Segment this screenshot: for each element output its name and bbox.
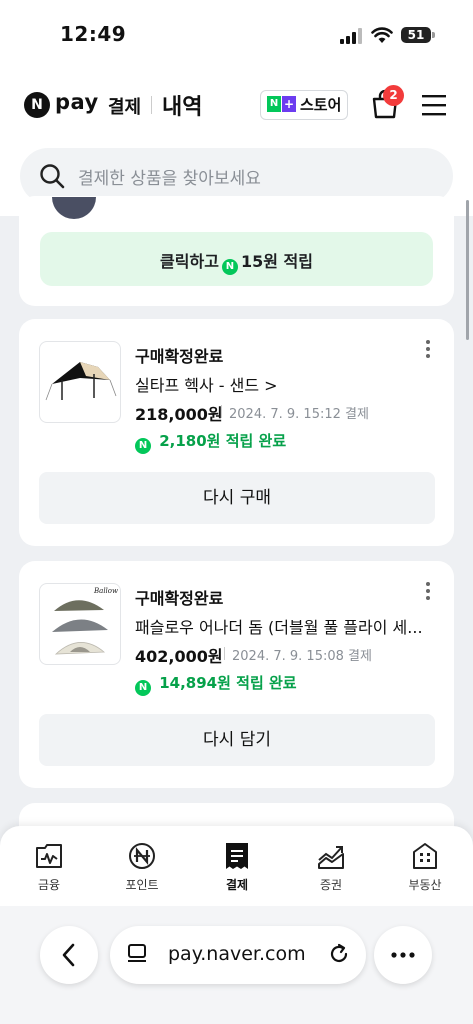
logo-pay-text[interactable]: pay [55,90,99,114]
naver-point-coin-icon: N [135,680,151,696]
promo-text-before: 클릭하고 [160,252,219,271]
buy-again-button[interactable]: 다시 구매 [39,472,435,524]
nav-item-real-estate[interactable]: 부동산 [378,842,472,893]
naver-point-coin-icon: N [221,259,238,275]
cellular-signal-icon [340,28,362,44]
payment-date: 2024. 7. 9. 15:08 결제 [232,649,372,664]
store-label: 스토어 [300,96,342,114]
point-icon [129,843,155,869]
order-status: 구매확정완료 [135,347,224,366]
product-price: 402,000원 [135,647,223,666]
points-earned-text: 2,180원 적립 완료 [159,432,287,450]
hamburger-menu-icon[interactable] [421,92,447,118]
add-to-cart-again-button[interactable]: 다시 담기 [39,714,435,766]
npay-logo-icon[interactable]: N [24,92,50,118]
product-name-link[interactable]: 패슬로우 어나더 돔 (더블월 풀 플라이 세... > [135,614,427,638]
nav-label-point: 포인트 [125,878,159,892]
status-time: 12:49 [60,22,127,46]
back-button[interactable] [40,926,98,984]
battery-tip [432,32,435,38]
price-divider [224,647,225,660]
nav-item-payment[interactable]: 결제 [190,842,284,893]
search-icon [40,164,65,189]
header-divider [151,96,152,114]
svg-text:Ballow: Ballow [93,587,118,595]
url-text[interactable]: pay.naver.com [168,943,306,965]
building-icon [413,843,437,869]
stock-chart-icon [318,846,344,869]
nav-item-stock[interactable]: 증권 [284,842,378,893]
nav-label-payment: 결제 [225,878,249,892]
points-earned-text: 14,894원 적립 완료 [159,674,297,692]
promo-text-after: 15원 적립 [240,252,313,271]
nav-item-finance[interactable]: 금융 [2,842,96,893]
search-placeholder: 결제한 상품을 찾아보세요 [78,169,261,189]
product-image[interactable]: Ballow [39,583,121,665]
tent-image: Ballow [52,587,118,655]
plus-icon: + [282,96,296,112]
reload-icon[interactable] [327,942,351,966]
points-earned: N 2,180원 적립 완료 [135,430,286,454]
payment-date: 2024. 7. 9. 15:12 결제 [229,407,369,422]
naver-point-coin-icon: N [135,438,151,454]
nav-label-stock: 증권 [319,878,343,892]
battery-indicator: 51 [401,27,431,43]
product-image[interactable] [39,341,121,423]
more-options-icon[interactable] [425,339,431,359]
more-options-icon[interactable] [425,581,431,601]
cart-count-badge: 2 [383,85,404,106]
points-earned: N 14,894원 적립 완료 [135,672,297,696]
wifi-icon [371,27,393,43]
product-price: 218,000원 [135,405,223,424]
nav-label-finance: 금융 [37,878,61,892]
receipt-icon [226,843,248,869]
logo-payment-text[interactable]: 결제 [108,93,141,119]
click-reward-label: 클릭하고 N 15원 적립 [40,248,433,275]
scrollbar[interactable] [466,200,469,340]
price-divider [221,405,222,418]
chevron-left-icon [62,943,75,967]
nav-item-point[interactable]: 포인트 [95,842,189,893]
finance-icon [36,844,62,868]
page-settings-icon[interactable] [126,943,148,965]
tarp-image [45,362,117,401]
nav-label-real-estate: 부동산 [408,878,442,892]
page-title: 내역 [162,95,203,120]
product-name-link[interactable]: 실타프 헥사 - 샌드 > [135,372,278,396]
more-horizontal-icon [391,952,415,958]
more-button[interactable] [374,926,432,984]
naver-n-icon: N [267,96,281,112]
order-status: 구매확정완료 [135,589,224,608]
